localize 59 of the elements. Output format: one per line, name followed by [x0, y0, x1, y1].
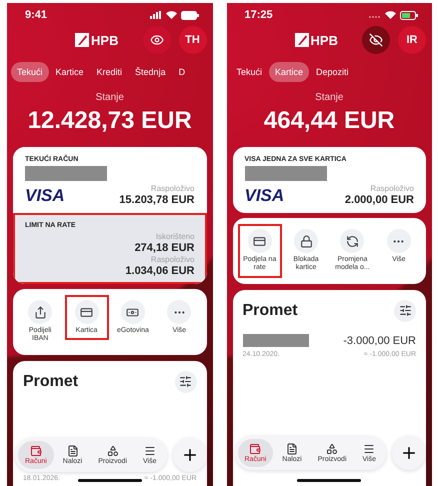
tab[interactable]: Tekući [230, 62, 268, 82]
shapes-icon [106, 445, 119, 457]
card-icon [253, 234, 266, 248]
section-title: Promet [242, 302, 298, 320]
balance-label: Stanje [94, 92, 125, 103]
redacted-block [242, 334, 308, 347]
home-indicator [78, 479, 142, 482]
balance-amount: 464,44 EUR [262, 107, 396, 135]
tab[interactable]: D [172, 62, 192, 82]
home-indicator [297, 479, 362, 482]
plus-icon [400, 444, 418, 462]
document-icon [286, 443, 298, 455]
tab[interactable]: Krediti [90, 62, 128, 82]
amount-label: Raspoloživo [150, 255, 194, 264]
amount-label: Raspoloživo [150, 184, 194, 193]
filter-button[interactable] [394, 300, 416, 322]
visa-logo: VISA [244, 186, 284, 206]
tab[interactable]: Depoziti [310, 62, 355, 82]
amount: 2.000,00 EUR [344, 194, 414, 206]
filter-icon [398, 304, 412, 318]
menu-icon [144, 445, 156, 457]
tab[interactable]: Kartice [269, 62, 310, 82]
tab[interactable]: Kartice [50, 62, 90, 82]
card-icon [80, 306, 94, 318]
privacy-toggle[interactable] [362, 26, 390, 54]
amount-label: Iskorišteno [156, 232, 194, 241]
shapes-icon [326, 443, 338, 455]
bank-logo: HPB [236, 32, 338, 48]
status-time: 17:25 [244, 9, 273, 21]
share-icon [34, 306, 47, 318]
amount: 15.203,78 EUR [119, 194, 194, 206]
status-time: 9:41 [25, 9, 48, 21]
filter-icon [179, 375, 192, 388]
wifi-icon [385, 11, 396, 19]
lock-icon [300, 234, 313, 248]
privacy-toggle[interactable] [142, 26, 170, 54]
visa-logo: VISA [25, 186, 65, 206]
section-title: Promet [23, 372, 78, 391]
avatar[interactable]: TH [178, 26, 206, 54]
amount-label: Raspoloživo [370, 184, 414, 193]
eye-icon [369, 33, 383, 47]
menu-icon [363, 443, 376, 455]
wifi-icon [166, 11, 176, 19]
balance-label: Stanje [314, 92, 344, 103]
avatar[interactable]: IR [398, 26, 426, 54]
bank-logo: HPB [17, 32, 118, 48]
tab[interactable]: Štednja [129, 62, 172, 82]
balance-amount: 12.428,73 EUR [26, 107, 193, 135]
swap-icon [346, 234, 359, 248]
document-icon [66, 445, 78, 457]
banknote-icon [126, 306, 140, 318]
filter-button[interactable] [174, 370, 196, 393]
tab[interactable]: Tekući [11, 62, 49, 82]
eye-icon [150, 33, 164, 47]
wallet-icon [30, 445, 42, 457]
amount: 274,18 EUR [134, 242, 194, 254]
wallet-icon [249, 443, 262, 455]
amount: 1.034,06 EUR [125, 265, 194, 277]
transaction-amount: -3.000,00 EUR [343, 334, 416, 347]
